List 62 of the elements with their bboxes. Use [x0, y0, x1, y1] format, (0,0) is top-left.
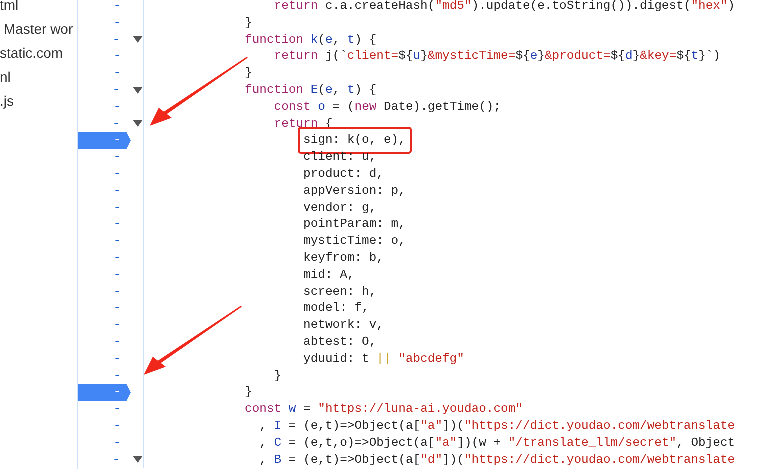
- code-line: mid: A,: [304, 268, 355, 282]
- code-line: product: d,: [304, 166, 384, 181]
- fold-triangle-icon[interactable]: [133, 456, 143, 464]
- line-number[interactable]: -: [78, 116, 130, 132]
- file-name[interactable]: tml: [0, 0, 77, 17]
- code-line: vendor: g,: [304, 200, 377, 215]
- code-line: return c.a.createHash("md5").update(e.toString()).digest("hex"): [274, 0, 736, 13]
- code-line: }: [245, 385, 252, 400]
- line-number[interactable]: -: [78, 98, 131, 116]
- line-number[interactable]: -: [78, 266, 131, 284]
- code-line: model: f,: [304, 301, 370, 316]
- file-name[interactable]: .js: [0, 89, 77, 113]
- line-number[interactable]: -: [78, 166, 131, 183]
- code-line: return j(`client=${u}&mysticTime=${e}&product=${d}&key=${t}`): [274, 49, 721, 64]
- line-number[interactable]: -: [78, 65, 131, 82]
- breakpoint-marker[interactable]: -: [78, 132, 131, 150]
- line-number[interactable]: -: [78, 418, 131, 435]
- line-number[interactable]: -: [78, 284, 131, 300]
- line-number[interactable]: -: [78, 216, 131, 234]
- code-line: pointParam: m,: [304, 217, 406, 232]
- line-number[interactable]: -: [78, 452, 130, 468]
- code-line: abtest: O,: [304, 334, 377, 349]
- code-line: network: v,: [304, 318, 384, 332]
- line-number[interactable]: -: [78, 14, 131, 32]
- file-name[interactable]: Master wor: [0, 17, 77, 41]
- line-number[interactable]: -: [78, 149, 131, 166]
- code-line: function k(e, t) {: [245, 32, 377, 47]
- breakpoint-marker[interactable]: -: [78, 384, 131, 402]
- line-number[interactable]: -: [78, 82, 130, 99]
- code-line: screen: h,: [304, 284, 377, 299]
- line-number[interactable]: -: [78, 0, 131, 15]
- code-line: , B = (e,t)=>Object(a["d"])("https://dict.youdao.com/webtranslate: [260, 452, 736, 467]
- line-number[interactable]: -: [78, 233, 131, 250]
- code-line: }: [245, 16, 252, 30]
- code-line: }: [274, 368, 282, 383]
- code-line: , C = (e,t,o)=>Object(a["a"])(w + "/translate_llm/secret", Object: [260, 436, 736, 450]
- code-line: yduuid: t || "abcdefg": [304, 352, 464, 366]
- line-number[interactable]: -: [78, 32, 130, 48]
- line-number[interactable]: -: [78, 334, 131, 351]
- line-number[interactable]: -: [78, 317, 131, 334]
- line-number[interactable]: -: [78, 434, 131, 452]
- fold-triangle-icon[interactable]: [133, 120, 143, 128]
- line-number[interactable]: -: [78, 350, 131, 368]
- line-number[interactable]: -: [78, 48, 131, 66]
- file-name[interactable]: nl: [0, 65, 77, 89]
- fold-triangle-icon[interactable]: [133, 36, 143, 44]
- code-line: }: [245, 66, 252, 80]
- code-line: keyfrom: b,: [304, 250, 384, 265]
- line-number[interactable]: -: [78, 368, 131, 384]
- code-line: const w = "https://luna-ai.youdao.com": [245, 402, 523, 416]
- fold-triangle-icon[interactable]: [133, 86, 143, 94]
- line-number[interactable]: -: [78, 182, 131, 200]
- code-line: mysticTime: o,: [304, 234, 406, 248]
- line-number[interactable]: -: [78, 250, 131, 267]
- line-number[interactable]: -: [78, 401, 131, 418]
- code-line: , I = (e,t)=>Object(a["a"])("https://dict.youdao.com/webtranslate: [260, 418, 736, 433]
- code-line: appVersion: p,: [304, 184, 406, 198]
- code-line: function E(e, t) {: [245, 82, 377, 97]
- line-number[interactable]: -: [78, 200, 131, 216]
- code-line: const o = (new Date).getTime();: [274, 100, 502, 114]
- file-name[interactable]: static.com: [0, 41, 77, 65]
- line-number[interactable]: -: [78, 300, 131, 318]
